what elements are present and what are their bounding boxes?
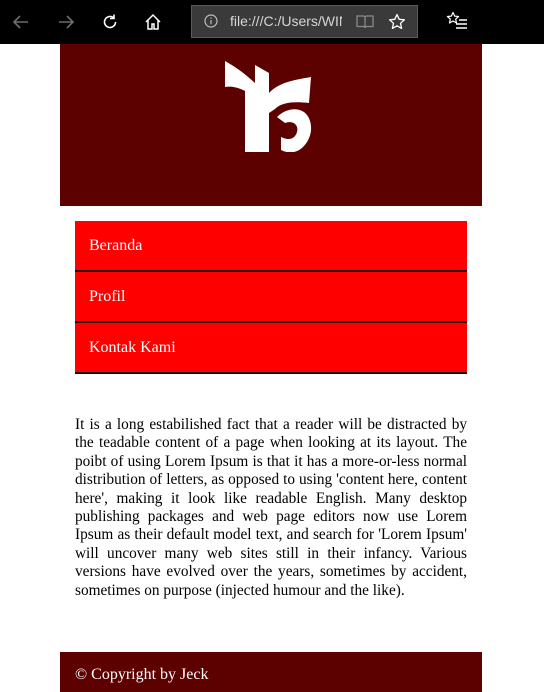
home-icon[interactable] [140, 9, 166, 35]
site-footer: © Copyright by Jeck [60, 652, 482, 692]
forward-arrow-icon[interactable] [53, 9, 79, 35]
browser-toolbar: file:///C:/Users/WINI [0, 0, 544, 44]
address-url[interactable]: file:///C:/Users/WINI [230, 13, 342, 29]
content-paragraph: It is a long estabilished fact that a re… [75, 416, 467, 599]
address-bar[interactable]: file:///C:/Users/WINI [191, 5, 418, 38]
menu-item-profil[interactable]: Profil [75, 272, 467, 323]
menu-item-beranda[interactable]: Beranda [75, 221, 467, 272]
back-arrow-icon[interactable] [8, 9, 34, 35]
site-header [60, 44, 482, 206]
favorite-star-icon[interactable] [388, 13, 406, 31]
info-icon[interactable] [204, 14, 218, 28]
reading-view-icon[interactable] [356, 14, 374, 30]
favorites-hub-icon[interactable] [446, 11, 468, 31]
footer-copyright: © Copyright by Jeck [75, 666, 209, 683]
menu-item-kontak-kami[interactable]: Kontak Kami [75, 323, 467, 374]
nav-menu: Beranda Profil Kontak Kami [75, 221, 467, 374]
refresh-icon[interactable] [97, 9, 123, 35]
brand-logo[interactable] [225, 61, 318, 157]
